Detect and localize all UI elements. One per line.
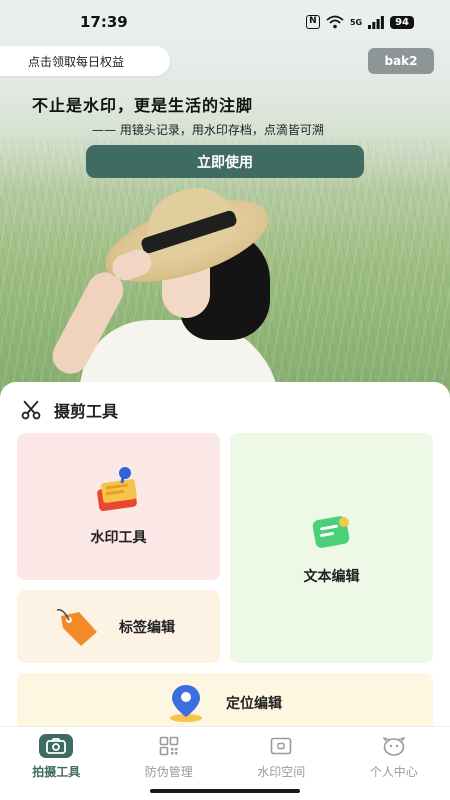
profile-face-icon [382,736,405,756]
network-type: 5G [349,17,363,27]
nav-item-anti-counterfeit[interactable]: 防伪管理 [113,727,226,786]
scissors-icon [21,400,41,420]
battery-level: 94 [390,15,414,29]
status-time: 17:39 [80,13,128,31]
watermark-tool-card[interactable]: 水印工具 [17,433,220,580]
location-edit-card[interactable]: 定位编辑 [17,673,433,733]
nav-icon-wrapper [152,734,186,758]
nav-label: 水印空间 [257,764,306,779]
nav-label: 拍摄工具 [32,764,81,779]
hero-subslogan: —— 用镜头记录，用水印存档，点滴皆可溯 [92,123,324,137]
watermark-space-icon [270,737,292,754]
hero-slogan: 不止是水印，更是生活的注脚 [32,96,254,115]
text-edit-card[interactable]: 文本编辑 [230,433,433,663]
nav-item-profile[interactable]: 个人中心 [338,727,450,786]
nav-label: 个人中心 [369,764,418,779]
watermark-tool-label: 水印工具 [90,529,147,546]
nav-icon-wrapper [377,734,411,758]
nav-label: 防伪管理 [144,764,193,779]
wifi-icon [326,15,344,29]
text-edit-icon [312,516,349,548]
nav-item-watermark-space[interactable]: 水印空间 [225,727,338,786]
price-tag-icon [56,608,97,646]
daily-reward-button[interactable]: 点击领取每日权益 [0,46,170,76]
nfc-icon: N [305,15,320,29]
bottom-nav: 拍摄工具 防伪管理 水印空间 个人中心 [0,726,450,786]
watermark-stamp-icon [96,466,137,511]
qr-code-icon [159,736,179,755]
tag-edit-card[interactable]: 标签编辑 [17,590,220,663]
status-bar: 17:39 N 5G 94 [0,0,450,44]
camera-icon [46,737,67,754]
tag-edit-label: 标签编辑 [119,619,175,636]
section-title: 摄剪工具 [54,402,119,421]
location-edit-label: 定位编辑 [226,696,282,712]
status-icons: N 5G 94 [305,15,414,29]
nav-item-shooting-tools[interactable]: 拍摄工具 [0,727,113,786]
nav-icon-wrapper [264,734,298,758]
location-pin-icon [170,685,202,722]
section-header: 摄剪工具 [20,398,118,422]
home-indicator[interactable] [150,789,300,793]
use-now-button[interactable]: 立即使用 [86,145,364,178]
signal-icon [368,15,384,29]
woman-with-straw-hat-illustration [40,177,300,400]
text-edit-label: 文本编辑 [303,569,360,585]
bak-badge-button[interactable]: bak2 [368,48,434,74]
nav-icon-wrapper [39,733,74,758]
